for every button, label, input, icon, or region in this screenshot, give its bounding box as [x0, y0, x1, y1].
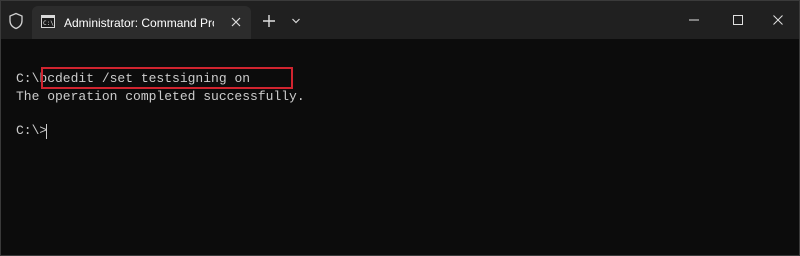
maximize-icon — [733, 15, 743, 25]
text-cursor — [46, 124, 47, 139]
output-line: The operation completed successfully. — [16, 89, 305, 104]
prompt: C:\ — [16, 71, 40, 86]
tab-title: Administrator: Command Prom — [64, 16, 214, 30]
terminal-window: C:\ Administrator: Command Prom C:\bcded… — [0, 0, 800, 256]
current-prompt: C:\> — [16, 123, 48, 138]
new-tab-icon[interactable] — [260, 12, 278, 30]
close-window-button[interactable] — [755, 1, 799, 39]
close-tab-icon[interactable] — [227, 13, 245, 31]
terminal-output[interactable]: C:\bcdedit /set testsigning on The opera… — [1, 39, 799, 255]
dropdown-chevron-icon[interactable] — [289, 14, 303, 28]
minimize-button[interactable] — [671, 1, 717, 39]
title-bar[interactable]: C:\ Administrator: Command Prom — [1, 1, 799, 39]
close-icon — [773, 15, 783, 25]
minimize-icon — [689, 19, 699, 21]
svg-text:C:\: C:\ — [43, 20, 54, 27]
shield-icon — [7, 12, 25, 30]
cmd-icon: C:\ — [41, 15, 55, 28]
tab-command-prompt[interactable]: C:\ Administrator: Command Prom — [32, 6, 251, 39]
command-highlight-box — [41, 67, 293, 89]
